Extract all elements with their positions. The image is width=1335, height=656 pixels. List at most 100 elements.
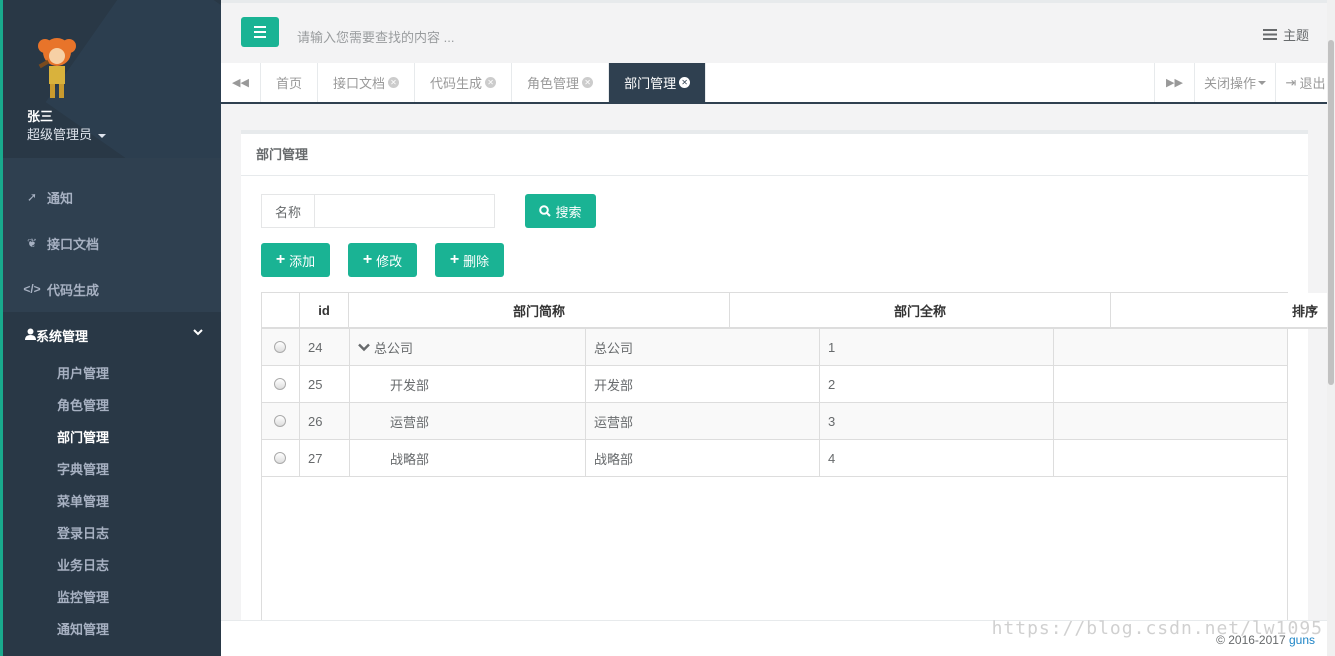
- sidebar-item-label: 接口文档: [47, 236, 100, 252]
- sidebar: 张三 超级管理员 ➚ 通知 ❦ 接口文档 </> 代码生成 系统管理 用户管理: [0, 0, 221, 656]
- short-name-text: 总公司: [374, 340, 414, 356]
- sidebar-item-role-management[interactable]: 角色管理: [3, 390, 221, 422]
- tab-api-docs[interactable]: 接口文档 ✕: [318, 63, 416, 102]
- empty-cell: [1054, 329, 1288, 365]
- table-row[interactable]: 25 开发部 开发部 2: [262, 366, 1288, 403]
- row-radio-cell: [262, 403, 300, 439]
- sidebar-item-api-docs[interactable]: ❦ 接口文档: [3, 220, 221, 266]
- id-cell: 25: [300, 366, 350, 402]
- search-button[interactable]: 搜索: [525, 194, 596, 228]
- sidebar-item-login-log[interactable]: 登录日志: [3, 518, 221, 550]
- row-select-radio[interactable]: [274, 452, 286, 464]
- tab-home[interactable]: 首页: [261, 63, 319, 102]
- close-icon[interactable]: ✕: [485, 77, 497, 88]
- tabs-scroll-right-button[interactable]: ▶▶: [1154, 63, 1194, 102]
- id-cell: 24: [300, 329, 350, 365]
- user-name: 张三: [27, 109, 54, 124]
- sidebar-item-menu-management[interactable]: 菜单管理: [3, 486, 221, 518]
- sidebar-item-system-management[interactable]: 系统管理: [3, 312, 221, 358]
- order-cell: 3: [820, 403, 1054, 439]
- short-name-cell: 战略部: [350, 440, 586, 476]
- sidebar-item-dictionary-management[interactable]: 字典管理: [3, 454, 221, 486]
- sidebar-item-label: 代码生成: [47, 282, 100, 298]
- header-short-name[interactable]: 部门简称: [349, 293, 730, 327]
- table-header: id 部门简称 部门全称 排序: [262, 293, 1328, 329]
- tabs-right-controls: ▶▶ 关闭操作 ⇥ 退出: [1154, 63, 1335, 102]
- page-scrollbar[interactable]: [1327, 0, 1335, 656]
- table-body: 24 总公司 总公司 1 25 开发部 开发部 2 26 运营部 运营部 3 2…: [262, 329, 1288, 477]
- code-icon: </>: [23, 282, 41, 296]
- full-name-cell: 总公司: [586, 329, 820, 365]
- close-icon[interactable]: ✕: [582, 77, 594, 88]
- header-id[interactable]: id: [300, 293, 349, 327]
- sidebar-item-label: 通知: [47, 190, 74, 206]
- list-icon: [1262, 29, 1277, 40]
- row-select-radio[interactable]: [274, 415, 286, 427]
- empty-cell: [1054, 403, 1288, 439]
- row-radio-cell: [262, 329, 300, 365]
- sidebar-item-code-gen[interactable]: </> 代码生成: [3, 266, 221, 312]
- id-cell: 27: [300, 440, 350, 476]
- full-name-cell: 运营部: [586, 403, 820, 439]
- table-row[interactable]: 27 战略部 战略部 4: [262, 440, 1288, 477]
- delete-button[interactable]: + 删除: [435, 243, 504, 277]
- tabs-bar: ◀◀ 首页 接口文档 ✕ 代码生成 ✕ 角色管理 ✕ 部门管理 ✕ ▶▶ 关闭操作 ⇥ 退…: [221, 63, 1335, 104]
- sidebar-item-business-log[interactable]: 业务日志: [3, 550, 221, 582]
- double-chevron-left-icon: ◀◀: [232, 77, 249, 89]
- tab-label: 代码生成: [430, 76, 483, 91]
- table-row[interactable]: 24 总公司 总公司 1: [262, 329, 1288, 366]
- name-search-group: 名称: [261, 194, 495, 228]
- tabs-scroll-left-button[interactable]: ◀◀: [221, 63, 261, 102]
- tab-department-management[interactable]: 部门管理 ✕: [609, 63, 707, 102]
- avatar[interactable]: [31, 32, 83, 100]
- full-name-cell: 开发部: [586, 366, 820, 402]
- header-full-name[interactable]: 部门全称: [730, 293, 1111, 327]
- sidebar-item-department-management[interactable]: 部门管理: [3, 422, 221, 454]
- caret-down-icon: [1258, 80, 1266, 85]
- search-button-label: 搜索: [555, 204, 582, 220]
- edit-button[interactable]: + 修改: [348, 243, 417, 277]
- row-radio-cell: [262, 440, 300, 476]
- plus-icon: +: [275, 251, 286, 268]
- row-select-radio[interactable]: [274, 378, 286, 390]
- user-role-label: 超级管理员: [27, 127, 93, 142]
- sidebar-item-monitor-management[interactable]: 监控管理: [3, 582, 221, 614]
- department-tree-table: id 部门简称 部门全称 排序 24 总公司 总公司 1 25 开发部 开发部 …: [261, 292, 1328, 632]
- menu-toggle-button[interactable]: [241, 17, 279, 47]
- row-select-radio[interactable]: [274, 341, 286, 353]
- close-operations-dropdown[interactable]: 关闭操作: [1194, 63, 1275, 102]
- user-icon: [25, 328, 36, 343]
- tab-role-management[interactable]: 角色管理 ✕: [512, 63, 610, 102]
- order-cell: 1: [820, 329, 1054, 365]
- empty-cell: [1054, 440, 1288, 476]
- add-button[interactable]: + 添加: [261, 243, 330, 277]
- sign-out-icon: ⇥: [1285, 74, 1297, 90]
- rocket-icon: ➚: [26, 190, 38, 204]
- edit-button-label: 修改: [376, 253, 403, 269]
- name-search-input[interactable]: [315, 195, 494, 227]
- close-icon[interactable]: ✕: [388, 77, 400, 88]
- sidebar-item-user-management[interactable]: 用户管理: [3, 358, 221, 390]
- table-row[interactable]: 26 运营部 运营部 3: [262, 403, 1288, 440]
- logout-button[interactable]: ⇥ 退出: [1275, 63, 1335, 102]
- hamburger-icon-line: [254, 31, 266, 33]
- search-icon: [539, 205, 552, 217]
- tab-code-gen[interactable]: 代码生成 ✕: [415, 63, 513, 102]
- leaf-icon: ❦: [26, 236, 38, 250]
- sidebar-item-notice-management[interactable]: 通知管理: [3, 614, 221, 646]
- plus-icon: +: [449, 251, 460, 268]
- hamburger-icon-line: [254, 36, 266, 38]
- theme-button[interactable]: 主题: [1262, 25, 1309, 44]
- sidebar-item-notice[interactable]: ➚ 通知: [3, 174, 221, 220]
- row-radio-cell: [262, 366, 300, 402]
- sidebar-item-label: 系统管理: [36, 328, 89, 344]
- chevron-down-icon[interactable]: [358, 343, 370, 352]
- header-order[interactable]: 排序: [1111, 293, 1328, 327]
- sidebar-submenu: 用户管理 角色管理 部门管理 字典管理 菜单管理 登录日志 业务日志 监控管理 …: [3, 358, 221, 646]
- short-name-cell: 开发部: [350, 366, 586, 402]
- close-icon[interactable]: ✕: [679, 77, 691, 88]
- close-operations-label: 关闭操作: [1203, 76, 1256, 91]
- scrollbar-thumb[interactable]: [1328, 40, 1334, 385]
- global-search-input[interactable]: 请输入您需要查找的内容 ...: [297, 27, 454, 46]
- user-role-dropdown[interactable]: 超级管理员: [27, 124, 106, 143]
